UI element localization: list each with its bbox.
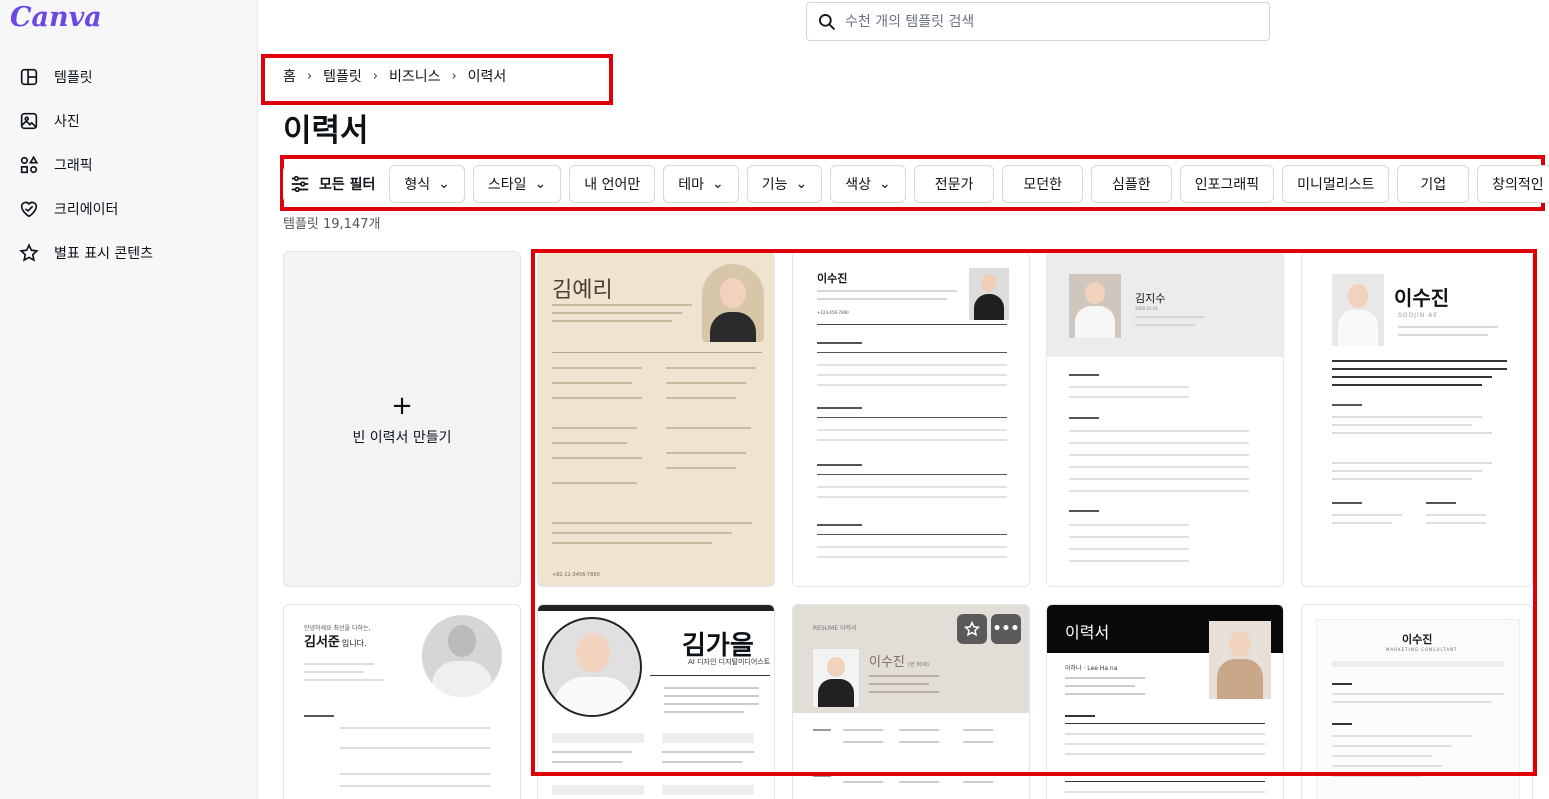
filter-style[interactable]: 스타일 ⌄ xyxy=(472,165,562,203)
breadcrumb-business[interactable]: 비즈니스 xyxy=(389,66,441,86)
photo-icon xyxy=(20,112,38,130)
chevron-right-icon: › xyxy=(451,68,457,84)
sidebar-item-label: 사진 xyxy=(54,114,80,130)
filter-corporate[interactable]: 기업 xyxy=(1397,165,1470,203)
chevron-right-icon: › xyxy=(372,68,378,84)
filter-format[interactable]: 형식 ⌄ xyxy=(389,165,465,203)
create-blank-label: 빈 이력서 만들기 xyxy=(352,430,452,446)
filter-color[interactable]: 색상 ⌄ xyxy=(830,165,906,203)
shapes-icon xyxy=(20,155,39,174)
filter-simple[interactable]: 심플한 xyxy=(1091,165,1172,203)
filter-modern[interactable]: 모던한 xyxy=(1002,165,1084,203)
sidebar-item-label: 템플릿 xyxy=(54,70,93,86)
chevron-down-icon: ⌄ xyxy=(712,176,724,192)
sidebar-item-starred[interactable]: 별표 표시 콘텐츠 xyxy=(18,235,238,271)
filter-label: 인포그래픽 xyxy=(1194,177,1260,193)
star-icon xyxy=(19,243,39,262)
canva-logo[interactable]: Canva xyxy=(10,2,102,33)
search-bar[interactable] xyxy=(806,2,1270,41)
filter-creative[interactable]: 창의적인 xyxy=(1477,165,1549,203)
filter-label: 미니멀리스트 xyxy=(1297,177,1375,193)
template-count: 템플릿 19,147개 xyxy=(283,217,381,232)
plus-icon: + xyxy=(391,391,413,421)
filter-label: 창의적인 xyxy=(1492,177,1544,193)
create-blank-resume-card[interactable]: + 빈 이력서 만들기 xyxy=(283,251,521,587)
filter-professional[interactable]: 전문가 xyxy=(913,165,995,203)
template-card[interactable]: 안녕하세요 최선을 다하는, 김서준 입니다. xyxy=(283,604,521,799)
main-content: 홈 › 템플릿 › 비즈니스 › 이력서 이력서 모든 필터 형식 ⌄ 스타일 ⌄ … xyxy=(259,0,1549,799)
filter-label: 내 언어만 xyxy=(584,177,641,193)
heart-creator-icon xyxy=(20,201,38,218)
search-input[interactable] xyxy=(845,13,1245,30)
portrait-photo xyxy=(422,615,502,697)
filter-label: 전문가 xyxy=(934,177,974,193)
filter-feature[interactable]: 기능 ⌄ xyxy=(746,165,823,203)
sidebar-item-photos[interactable]: 사진 xyxy=(18,103,238,139)
sidebar-item-label: 별표 표시 콘텐츠 xyxy=(54,246,154,262)
chevron-down-icon: ⌄ xyxy=(438,176,450,192)
sidebar-item-label: 그래픽 xyxy=(54,158,93,174)
breadcrumb-resume: 이력서 xyxy=(467,69,507,85)
filter-label: 기능 xyxy=(761,177,788,193)
sidebar-item-creators[interactable]: 크리에이터 xyxy=(18,191,238,227)
filter-bar: 모든 필터 형식 ⌄ 스타일 ⌄ 내 언어만 테마 ⌄ 기능 ⌄ 색상 ⌄ 전문가 모던한… xyxy=(283,165,1549,203)
breadcrumb: 홈 › 템플릿 › 비즈니스 › 이력서 xyxy=(283,66,506,86)
filter-label: 모던한 xyxy=(1023,177,1063,193)
chevron-down-icon: ⌄ xyxy=(879,176,891,192)
filter-label: 색상 xyxy=(845,177,872,193)
sidebar-item-graphics[interactable]: 그래픽 xyxy=(18,147,238,183)
sidebar: Canva 템플릿 사진 그래픽 크리에이터 별표 표시 콘텐츠 xyxy=(0,0,258,799)
filter-label: 기업 xyxy=(1420,177,1447,193)
sliders-icon xyxy=(291,175,309,193)
template-name-suffix: 입니다. xyxy=(341,639,367,648)
filter-theme[interactable]: 테마 ⌄ xyxy=(663,165,739,203)
page-title: 이력서 xyxy=(283,113,369,149)
filter-label: 스타일 xyxy=(487,177,527,193)
sidebar-item-label: 크리에이터 xyxy=(54,202,119,218)
filter-infographic[interactable]: 인포그래픽 xyxy=(1179,165,1275,203)
filter-label: 테마 xyxy=(678,177,705,193)
template-name: 김서준 xyxy=(304,635,340,650)
highlight-templates xyxy=(531,249,1537,776)
all-filters-label: 모든 필터 xyxy=(319,177,376,193)
template-icon xyxy=(20,68,38,86)
all-filters-button[interactable]: 모든 필터 xyxy=(283,165,382,203)
filter-label: 심플한 xyxy=(1112,177,1151,193)
filter-label: 형식 xyxy=(404,177,431,193)
chevron-down-icon: ⌄ xyxy=(795,176,808,192)
filter-minimalist[interactable]: 미니멀리스트 xyxy=(1282,165,1390,203)
breadcrumb-home[interactable]: 홈 xyxy=(283,66,296,86)
sidebar-item-templates[interactable]: 템플릿 xyxy=(18,59,238,95)
chevron-down-icon: ⌄ xyxy=(534,176,547,192)
search-icon xyxy=(819,13,836,30)
filter-my-language[interactable]: 내 언어만 xyxy=(569,165,656,203)
chevron-right-icon: › xyxy=(306,68,313,84)
breadcrumb-templates[interactable]: 템플릿 xyxy=(323,66,362,86)
